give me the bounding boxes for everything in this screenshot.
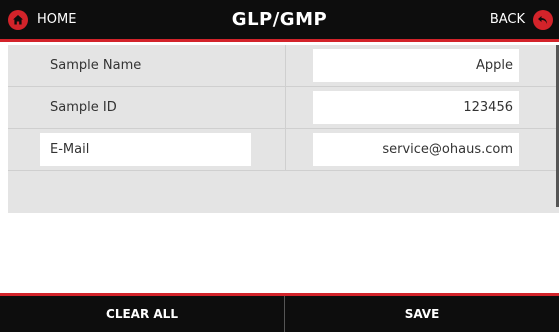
field-row-email[interactable]: E-Mail service@ohaus.com xyxy=(8,129,559,170)
clear-all-button[interactable]: CLEAR ALL xyxy=(0,296,284,332)
back-label: BACK xyxy=(489,12,525,27)
field-value-sample-id[interactable]: 123456 xyxy=(313,91,519,124)
glp-field-table: Sample Name Apple Sample ID 123456 E-Mai… xyxy=(8,45,559,213)
bottom-bar: CLEAR ALL SAVE xyxy=(0,293,559,332)
field-label-sample-name: Sample Name xyxy=(50,58,142,73)
back-arrow-icon xyxy=(533,9,553,30)
page-title: GLP/GMP xyxy=(231,9,328,30)
back-button[interactable]: BACK xyxy=(490,0,553,39)
field-value-sample-name[interactable]: Apple xyxy=(313,49,519,82)
field-value-email[interactable]: service@ohaus.com xyxy=(313,133,519,166)
field-label-sample-id: Sample ID xyxy=(50,100,117,115)
field-row-sample-name[interactable]: Sample Name Apple xyxy=(8,45,559,86)
top-bar: HOME GLP/GMP BACK xyxy=(0,0,559,42)
save-button[interactable]: SAVE xyxy=(285,296,559,332)
field-label-email[interactable]: E-Mail xyxy=(40,133,251,166)
field-row-sample-id[interactable]: Sample ID 123456 xyxy=(8,87,559,128)
row-divider xyxy=(8,170,559,171)
